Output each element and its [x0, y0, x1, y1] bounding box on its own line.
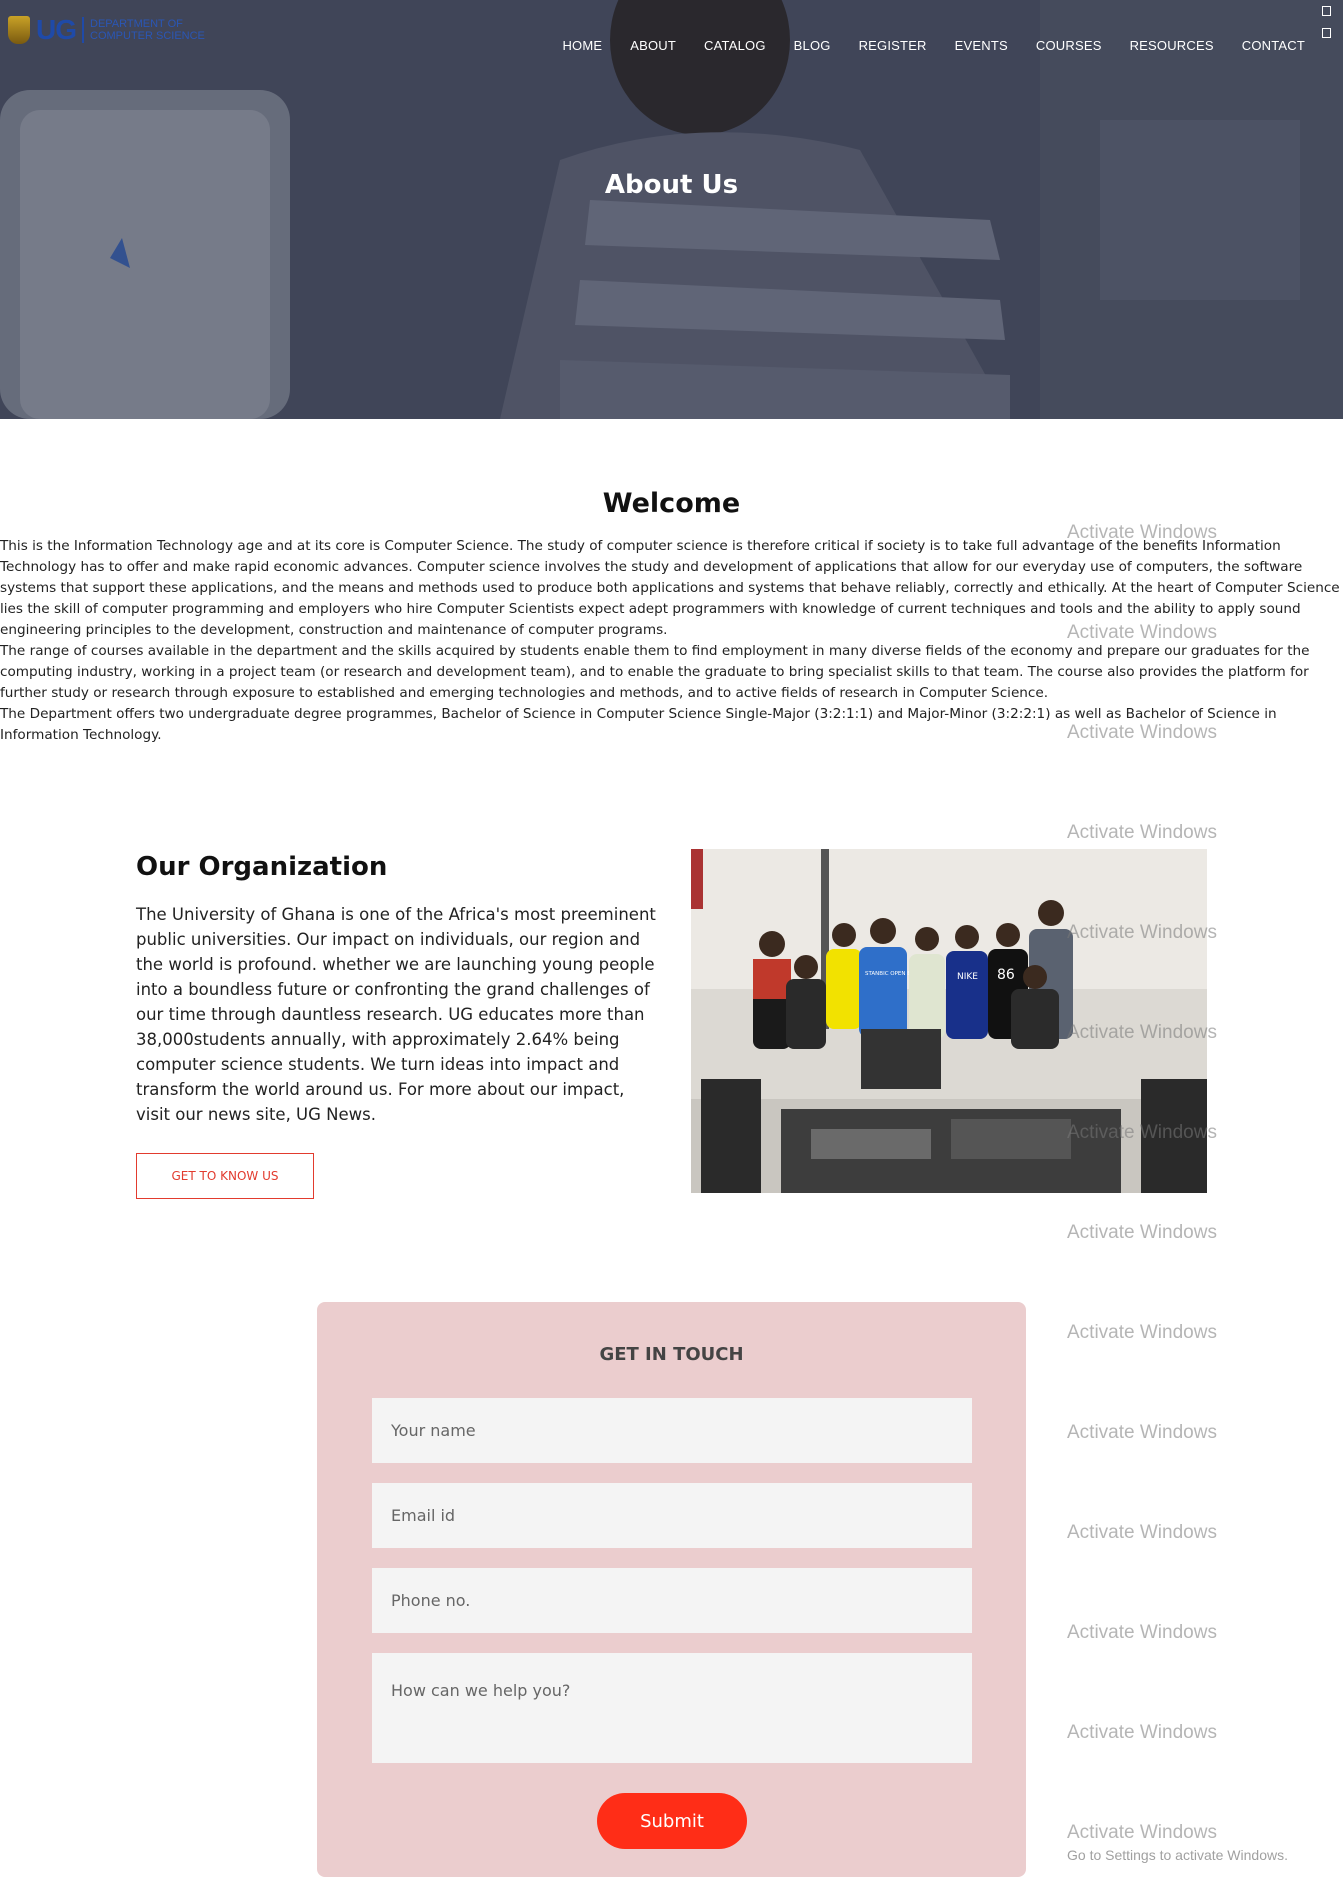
nav-events[interactable]: EVENTS	[941, 38, 1022, 53]
phone-input[interactable]	[372, 1568, 972, 1633]
logo-department-text: DEPARTMENT OF COMPUTER SCIENCE	[90, 18, 205, 42]
welcome-heading: Welcome	[602, 488, 741, 519]
site-logo[interactable]: UG DEPARTMENT OF COMPUTER SCIENCE	[8, 14, 205, 46]
name-input[interactable]	[372, 1398, 972, 1463]
activate-windows-watermark: Activate Windows	[1067, 922, 1217, 943]
logo-ug-text: UG	[36, 14, 77, 45]
email-input[interactable]	[372, 1483, 972, 1548]
activate-windows-watermark: Activate Windows	[1067, 1622, 1217, 1643]
activate-windows-watermark: Activate Windows	[1067, 1322, 1217, 1343]
nav-register[interactable]: REGISTER	[845, 38, 941, 53]
logo-dept-line1: DEPARTMENT OF	[90, 18, 183, 30]
message-textarea[interactable]	[372, 1653, 972, 1763]
university-crest-icon	[8, 16, 30, 44]
nav-resources[interactable]: RESOURCES	[1116, 38, 1228, 53]
activate-windows-watermark: Activate Windows	[1067, 822, 1217, 843]
get-to-know-us-button[interactable]: GET TO KNOW US	[136, 1153, 314, 1199]
logo-divider	[82, 17, 84, 43]
nav-courses[interactable]: COURSES	[1022, 38, 1116, 53]
nav-catalog[interactable]: CATALOG	[690, 38, 780, 53]
activate-windows-watermark: Activate Windows	[1067, 1222, 1217, 1243]
organization-heading: Our Organization	[136, 852, 388, 882]
contact-form: GET IN TOUCH Submit	[317, 1302, 1026, 1877]
logo-dept-line2: COMPUTER SCIENCE	[90, 30, 205, 42]
activate-windows-watermark: Activate Windows	[1067, 1722, 1217, 1743]
nav-contact[interactable]: CONTACT	[1228, 38, 1319, 53]
main-nav: HOME ABOUT CATALOG BLOG REGISTER EVENTS …	[548, 38, 1319, 53]
activate-windows-subtext: Go to Settings to activate Windows.	[1067, 1847, 1288, 1863]
nav-about[interactable]: ABOUT	[616, 38, 690, 53]
activate-windows-watermark: Activate Windows	[1067, 622, 1217, 643]
submit-button[interactable]: Submit	[597, 1793, 747, 1849]
activate-windows-watermark: Activate Windows	[1067, 1522, 1217, 1543]
activate-windows-watermark: Activate Windows	[1067, 1422, 1217, 1443]
activate-windows-watermark: Activate Windows	[1067, 722, 1217, 743]
page-title: About Us	[604, 170, 739, 200]
menu-toggle-icon[interactable]	[1322, 6, 1331, 16]
activate-windows-watermark: Activate Windows	[1067, 522, 1217, 543]
hero-overlay	[0, 0, 1343, 419]
shirt-text-number: 86	[997, 967, 1015, 983]
shirt-text-nike: NIKE	[957, 972, 978, 982]
hero-banner: UG DEPARTMENT OF COMPUTER SCIENCE HOME A…	[0, 0, 1343, 419]
activate-windows-watermark: Activate Windows	[1067, 1822, 1217, 1843]
nav-blog[interactable]: BLOG	[780, 38, 845, 53]
activate-windows-watermark: Activate Windows	[1067, 1022, 1217, 1043]
search-toggle-icon[interactable]	[1322, 28, 1331, 38]
welcome-paragraph: The range of courses available in the de…	[0, 643, 1310, 701]
contact-form-title: GET IN TOUCH	[599, 1344, 744, 1365]
activate-windows-watermark: Activate Windows	[1067, 1122, 1217, 1143]
nav-home[interactable]: HOME	[548, 38, 616, 53]
organization-text: The University of Ghana is one of the Af…	[136, 905, 656, 1124]
